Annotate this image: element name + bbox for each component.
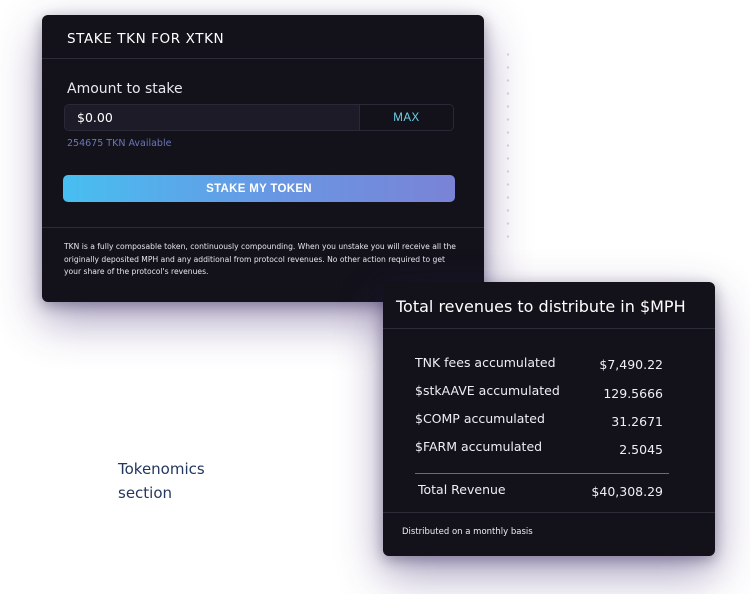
tokenomics-section-label: Tokenomics section [118, 460, 205, 502]
revenue-row-label: $COMP accumulated [415, 411, 545, 426]
revenue-row-label: $FARM accumulated [415, 439, 543, 454]
revenue-row-label: $stkAAVE accumulated [415, 383, 560, 398]
stake-description: TKN is a fully composable token, continu… [64, 242, 456, 276]
revenue-row: $COMP accumulated 31.2671 [415, 411, 663, 431]
total-revenue-row: Total Revenue $40,308.29 [418, 482, 663, 502]
stake-header-divider [42, 58, 484, 59]
available-balance: 254675 TKN Available [67, 138, 172, 149]
amount-input[interactable] [65, 105, 359, 130]
revenue-row-value: 31.2671 [611, 414, 663, 429]
stake-my-token-button[interactable]: STAKE MY TOKEN [63, 175, 455, 202]
stake-card: STAKE TKN FOR XTKN Amount to stake MAX 2… [42, 15, 484, 302]
revenues-card: Total revenues to distribute in $MPH TNK… [383, 282, 715, 556]
revenue-row-value: 129.5666 [603, 386, 663, 401]
max-button[interactable]: MAX [359, 105, 453, 130]
total-divider [415, 473, 669, 474]
total-revenue-value: $40,308.29 [591, 484, 663, 499]
revenue-row: $FARM accumulated 2.5045 [415, 439, 663, 459]
revenue-row: $stkAAVE accumulated 129.5666 [415, 383, 663, 403]
revenues-title: Total revenues to distribute in $MPH [396, 297, 686, 316]
stake-footer-divider [42, 227, 484, 228]
stake-card-title: STAKE TKN FOR XTKN [67, 31, 225, 47]
total-revenue-label: Total Revenue [418, 482, 506, 497]
revenue-row-label: TNK fees accumulated [415, 355, 556, 370]
amount-row: MAX [64, 104, 454, 131]
distribution-footnote: Distributed on a monthly basis [402, 527, 533, 537]
decorative-dot-pattern [506, 48, 510, 238]
revenue-row-value: 2.5045 [619, 442, 663, 457]
amount-label: Amount to stake [67, 81, 183, 97]
revenue-row-value: $7,490.22 [599, 357, 663, 372]
revenues-header-divider [383, 328, 715, 329]
revenues-footer-divider [383, 512, 715, 513]
revenue-row: TNK fees accumulated $7,490.22 [415, 355, 663, 375]
